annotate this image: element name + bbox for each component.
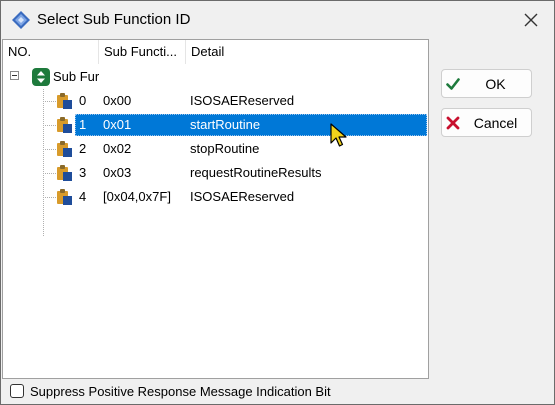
row-detail: stopRoutine: [190, 141, 260, 156]
tree-root-node[interactable]: Sub Fur: [3, 65, 427, 89]
clipboard-icon: [57, 189, 72, 205]
row-sub-function: 0x01: [103, 117, 132, 132]
row-number: 2: [79, 141, 87, 156]
row-sub-function: 0x03: [103, 165, 132, 180]
column-header-sub-function[interactable]: Sub Functi...: [99, 40, 186, 64]
clipboard-icon: [57, 141, 72, 157]
close-icon: [524, 13, 538, 27]
ok-button-label: OK: [485, 76, 506, 92]
collapse-toggle-icon[interactable]: [10, 71, 19, 80]
tree-row[interactable]: 2 0x02 stopRoutine: [3, 137, 427, 161]
clipboard-icon: [57, 117, 72, 133]
row-sub-function: 0x02: [103, 141, 132, 156]
root-node-label: Sub Fur: [53, 69, 99, 84]
row-sub-function: 0x00: [103, 93, 132, 108]
title-bar[interactable]: Select Sub Function ID: [1, 1, 554, 39]
clipboard-icon: [57, 165, 72, 181]
row-sub-function: [0x04,0x7F]: [103, 189, 171, 204]
row-number: 4: [79, 189, 87, 204]
row-detail: ISOSAEReserved: [190, 93, 295, 108]
tree-row[interactable]: 0 0x00 ISOSAEReserved: [3, 89, 427, 113]
app-icon: [12, 11, 30, 29]
row-number: 1: [79, 117, 87, 132]
sub-function-tree[interactable]: NO. Sub Functi... Detail Sub Fur 0 0x00 …: [2, 39, 429, 379]
root-node-icon: [32, 68, 50, 86]
cancel-button[interactable]: Cancel: [441, 108, 532, 137]
suppress-positive-response-label[interactable]: Suppress Positive Response Message Indic…: [30, 384, 331, 399]
clipboard-icon: [57, 93, 72, 109]
column-header-no[interactable]: NO.: [3, 40, 99, 64]
suppress-positive-response-checkbox[interactable]: [10, 384, 24, 398]
tree-row[interactable]: 4 [0x04,0x7F] ISOSAEReserved: [3, 185, 427, 209]
row-number: 3: [79, 165, 87, 180]
dialog-window: Select Sub Function ID NO. Sub Functi...…: [0, 0, 555, 405]
row-detail: ISOSAEReserved: [190, 189, 295, 204]
row-detail: requestRoutineResults: [190, 165, 322, 180]
ok-button[interactable]: OK: [441, 69, 532, 98]
close-button[interactable]: [508, 1, 554, 39]
cancel-button-label: Cancel: [473, 115, 518, 131]
row-detail: startRoutine: [190, 117, 261, 132]
row-number: 0: [79, 93, 87, 108]
tree-row-selected[interactable]: 1 0x01 startRoutine: [3, 113, 427, 137]
window-title: Select Sub Function ID: [37, 11, 191, 28]
tree-row[interactable]: 3 0x03 requestRoutineResults: [3, 161, 427, 185]
mouse-cursor-icon: [330, 123, 347, 147]
column-header-detail[interactable]: Detail: [186, 40, 427, 64]
